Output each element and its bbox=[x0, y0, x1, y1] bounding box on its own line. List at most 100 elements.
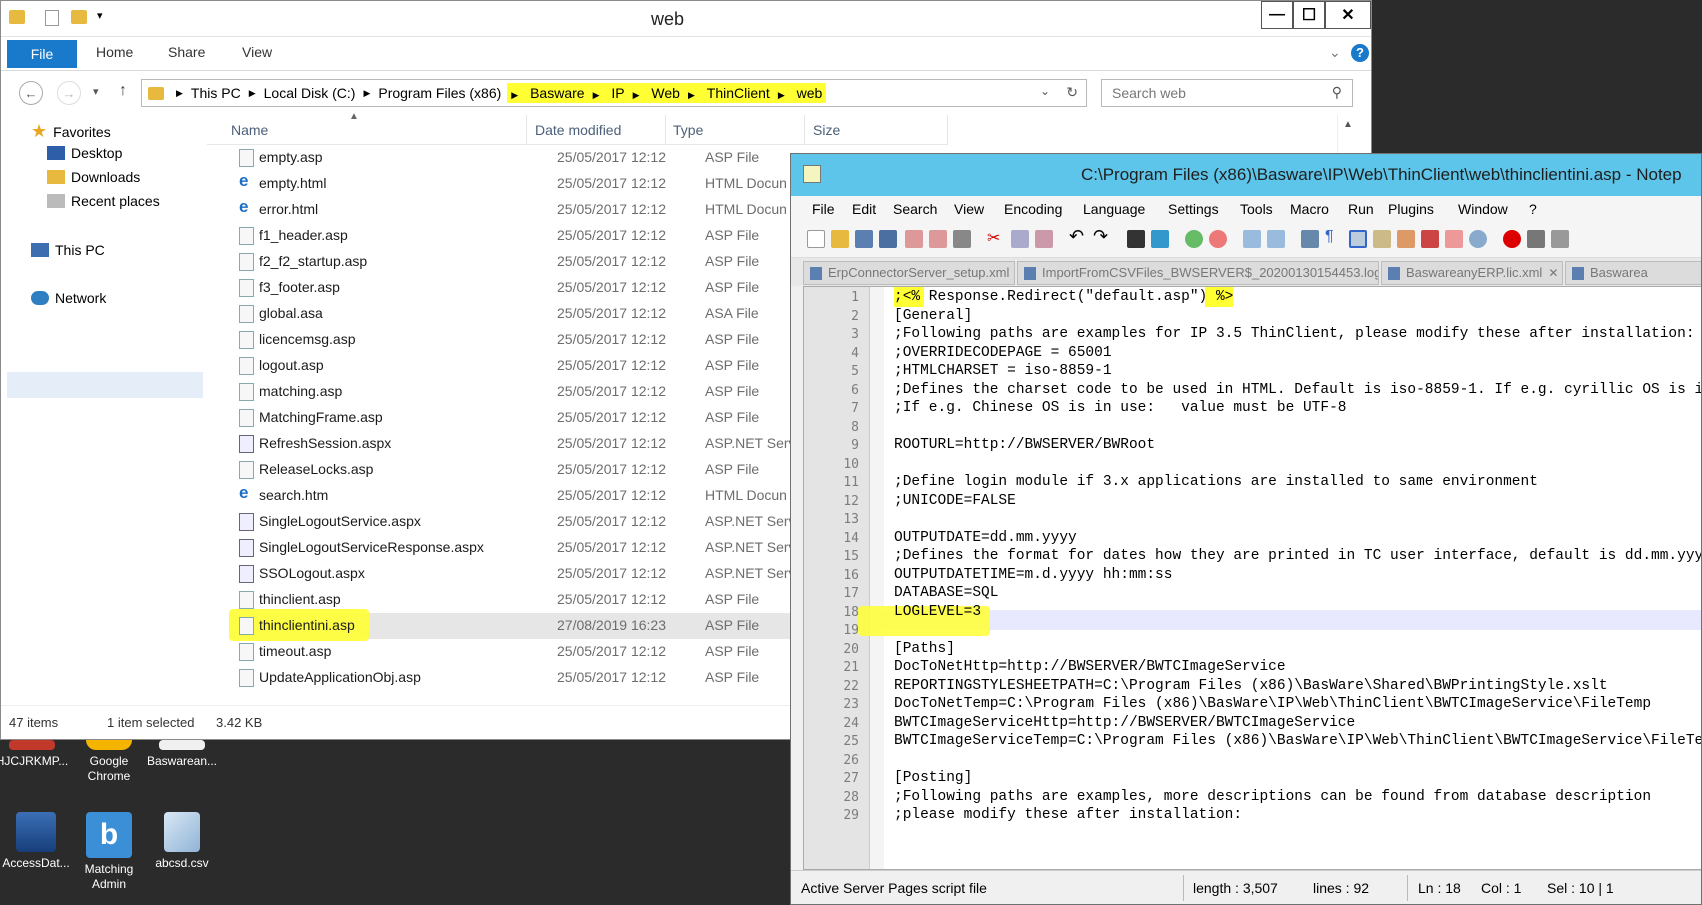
redo-icon[interactable]: ↷ bbox=[1093, 226, 1111, 246]
menu-macro[interactable]: Macro bbox=[1290, 201, 1329, 217]
function-list-icon[interactable] bbox=[1397, 230, 1415, 248]
find-icon[interactable] bbox=[1127, 230, 1145, 248]
search-input[interactable]: Search web ⚲ bbox=[1101, 79, 1353, 107]
file-name: error.html bbox=[259, 201, 319, 217]
address-bar[interactable]: ▶ This PC ▶ Local Disk (C:) ▶ Program File… bbox=[141, 79, 1087, 107]
breadcrumb-this-pc[interactable]: This PC bbox=[191, 85, 241, 101]
indent-guide-icon[interactable] bbox=[1349, 230, 1367, 248]
breadcrumb-thinclient[interactable]: ThinClient bbox=[707, 85, 770, 101]
line-number: 26 bbox=[843, 752, 859, 768]
tab-share[interactable]: Share bbox=[168, 44, 205, 60]
play-macro-icon[interactable] bbox=[1551, 230, 1569, 248]
undo-icon[interactable]: ↶ bbox=[1069, 226, 1087, 246]
minimize-button[interactable]: — bbox=[1261, 1, 1293, 29]
notepad-title-bar[interactable]: C:\Program Files (x86)\Basware\IP\Web\Th… bbox=[791, 154, 1701, 196]
monitoring-icon[interactable] bbox=[1445, 230, 1463, 248]
file-name: thinclient.asp bbox=[259, 591, 341, 607]
folder-workspace-icon[interactable] bbox=[1421, 230, 1439, 248]
sync-v-icon[interactable] bbox=[1243, 230, 1261, 248]
tab-home[interactable]: Home bbox=[96, 44, 133, 60]
back-button[interactable]: ← bbox=[19, 81, 43, 105]
cut-icon[interactable]: ✂ bbox=[987, 228, 1005, 247]
save-all-icon[interactable] bbox=[879, 230, 897, 248]
recent-locations-icon[interactable]: ▾ bbox=[93, 85, 99, 98]
line-number: 24 bbox=[843, 715, 859, 731]
address-dropdown-icon[interactable]: ⌄ bbox=[1040, 84, 1050, 98]
breadcrumb-current-web[interactable]: web bbox=[797, 85, 823, 101]
sync-h-icon[interactable] bbox=[1267, 230, 1285, 248]
replace-icon[interactable] bbox=[1151, 230, 1169, 248]
menu-encoding[interactable]: Encoding bbox=[1004, 201, 1062, 217]
breadcrumb-program-files[interactable]: Program Files (x86) bbox=[378, 85, 501, 101]
close-all-icon[interactable] bbox=[929, 230, 947, 248]
desktop-icon-abcsd-csv[interactable]: abcsd.csv bbox=[140, 812, 224, 871]
record-macro-icon[interactable] bbox=[1503, 230, 1521, 248]
ribbon-expand-icon[interactable]: ⌄ bbox=[1329, 44, 1341, 61]
desktop-icon-baswarean[interactable]: Baswarean... bbox=[140, 740, 224, 769]
file-date: 25/05/2017 12:12 bbox=[557, 201, 666, 217]
menu-help[interactable]: ? bbox=[1529, 201, 1537, 217]
menu-settings[interactable]: Settings bbox=[1168, 201, 1219, 217]
tab-file[interactable]: File bbox=[7, 40, 77, 68]
desktop-icon-hjcjrkmp[interactable]: HJCJRKMP... bbox=[0, 740, 74, 769]
breadcrumb-basware[interactable]: Basware bbox=[530, 85, 584, 101]
refresh-icon[interactable]: ↻ bbox=[1066, 84, 1078, 101]
breadcrumb-ip[interactable]: IP bbox=[611, 85, 624, 101]
col-name[interactable]: Name bbox=[231, 122, 268, 138]
forward-button[interactable]: → bbox=[57, 81, 81, 105]
eye-icon[interactable] bbox=[1469, 230, 1487, 248]
tab-baswareanyerp[interactable]: BaswareanyERP.lic.xml ✕ bbox=[1381, 261, 1563, 285]
maximize-button[interactable]: ☐ bbox=[1293, 1, 1325, 29]
nav-downloads[interactable]: Downloads bbox=[47, 169, 140, 185]
menu-search[interactable]: Search bbox=[893, 201, 937, 217]
word-wrap-icon[interactable] bbox=[1301, 230, 1319, 248]
menu-view[interactable]: View bbox=[954, 201, 984, 217]
show-all-chars-icon[interactable]: ¶ bbox=[1325, 228, 1343, 246]
doc-map-icon[interactable] bbox=[1373, 230, 1391, 248]
copy-icon[interactable] bbox=[1011, 230, 1029, 248]
breadcrumb-web[interactable]: Web bbox=[651, 85, 680, 101]
menu-tools[interactable]: Tools bbox=[1240, 201, 1273, 217]
tab-view[interactable]: View bbox=[242, 44, 272, 60]
zoom-in-icon[interactable] bbox=[1185, 230, 1203, 248]
nav-favorites[interactable]: ★ Favorites bbox=[31, 121, 111, 142]
desktop-icon-google-chrome[interactable]: Google Chrome bbox=[67, 740, 151, 784]
scroll-up-icon[interactable]: ▲ bbox=[1343, 119, 1353, 130]
properties-icon[interactable] bbox=[45, 10, 59, 26]
menu-window[interactable]: Window bbox=[1458, 201, 1508, 217]
desktop-icon-matching-admin[interactable]: b Matching Admin bbox=[67, 812, 151, 892]
new-folder-icon[interactable] bbox=[71, 10, 87, 24]
zoom-out-icon[interactable] bbox=[1209, 230, 1227, 248]
menu-run[interactable]: Run bbox=[1348, 201, 1374, 217]
print-icon[interactable] bbox=[953, 230, 971, 248]
paste-icon[interactable] bbox=[1035, 230, 1053, 248]
menu-edit[interactable]: Edit bbox=[852, 201, 876, 217]
qat-dropdown-icon[interactable]: ▾ bbox=[97, 9, 103, 22]
open-file-icon[interactable] bbox=[831, 230, 849, 248]
tab-importfromcsv[interactable]: ImportFromCSVFiles_BWSERVER$_20200130154… bbox=[1017, 261, 1379, 285]
search-icon[interactable]: ⚲ bbox=[1332, 84, 1342, 101]
help-icon[interactable]: ? bbox=[1351, 44, 1369, 62]
nav-this-pc[interactable]: This PC bbox=[31, 242, 105, 258]
menu-language[interactable]: Language bbox=[1083, 201, 1145, 217]
close-tab-icon[interactable]: ✕ bbox=[1548, 266, 1558, 280]
save-icon[interactable] bbox=[855, 230, 873, 248]
col-type[interactable]: Type bbox=[673, 122, 703, 138]
tab-erpconnector[interactable]: ErpConnectorServer_setup.xml✕ bbox=[803, 261, 1015, 285]
explorer-title-bar[interactable]: ▾ web — ☐ ✕ bbox=[1, 1, 1371, 37]
breadcrumb-local-disk[interactable]: Local Disk (C:) bbox=[264, 85, 356, 101]
col-size[interactable]: Size bbox=[813, 122, 840, 138]
col-date-modified[interactable]: Date modified bbox=[535, 122, 621, 138]
nav-desktop[interactable]: Desktop bbox=[47, 145, 122, 161]
code-editor[interactable]: 1 2 3 4 5 6 7 8 9 10 11 12 13 14 15 16 17 18 19 20 21 22 23 24 2… bbox=[803, 286, 1701, 870]
close-file-icon[interactable] bbox=[905, 230, 923, 248]
nav-recent-places[interactable]: Recent places bbox=[47, 193, 160, 209]
nav-network[interactable]: Network bbox=[31, 290, 106, 306]
new-file-icon[interactable] bbox=[807, 230, 825, 248]
close-button[interactable]: ✕ bbox=[1325, 1, 1371, 29]
stop-macro-icon[interactable] bbox=[1527, 230, 1545, 248]
up-button[interactable]: ↑ bbox=[119, 82, 127, 100]
tab-baswarea[interactable]: Baswarea bbox=[1565, 261, 1701, 285]
menu-file[interactable]: File bbox=[812, 201, 835, 217]
menu-plugins[interactable]: Plugins bbox=[1388, 201, 1434, 217]
